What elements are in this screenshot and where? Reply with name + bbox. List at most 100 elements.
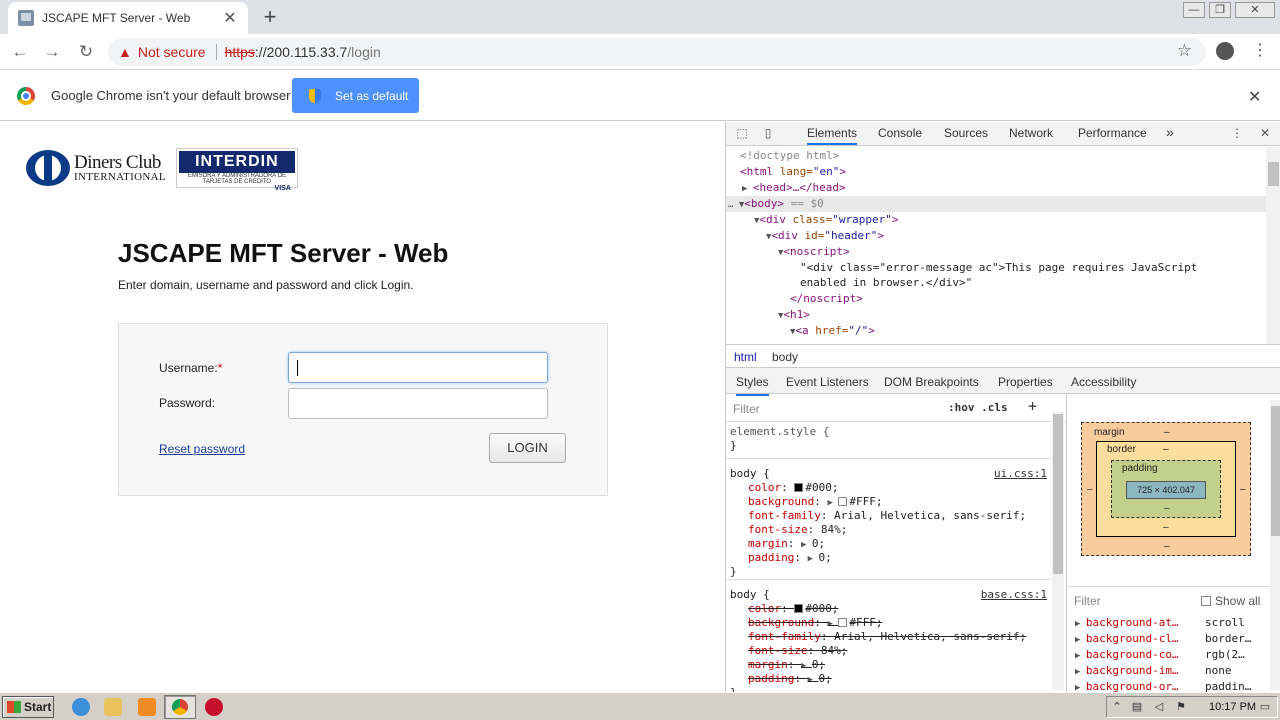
opera-icon[interactable] <box>205 698 223 716</box>
login-button[interactable]: LOGIN <box>489 433 566 463</box>
browser-menu-icon[interactable]: ⋮ <box>1252 40 1268 60</box>
box-model-border[interactable]: border – – padding – 725 × 402.047 <box>1096 441 1236 537</box>
element-style-selector[interactable]: element.style { <box>730 425 829 438</box>
dom-head[interactable]: ▶ <head>…</head> <box>742 181 846 194</box>
css-prop-overridden[interactable]: color: #000; <box>748 602 839 615</box>
network-icon[interactable]: ▤ <box>1131 701 1143 713</box>
computed-prop[interactable]: ▶ background-im… <box>1075 664 1179 677</box>
window-close-button[interactable]: ✕ <box>1235 2 1275 18</box>
tab-network[interactable]: Network <box>1009 126 1053 140</box>
address-bar[interactable]: ▲ Not secure https ://200.115.33.7 /logi… <box>108 38 1206 66</box>
new-tab-button[interactable]: + <box>258 4 282 30</box>
margin-left-value[interactable]: – <box>1087 484 1093 495</box>
interdin-logo[interactable]: INTERDIN EMISORA Y ADMINISTRADORA DE TAR… <box>175 148 298 192</box>
show-desktop-icon[interactable]: ▭ <box>1259 701 1271 713</box>
device-toolbar-icon[interactable]: ▯ <box>760 126 776 142</box>
styles-filter-input[interactable]: Filter <box>733 402 760 416</box>
tab-performance[interactable]: Performance <box>1078 126 1147 140</box>
dom-noscript-text-line2[interactable]: enabled in browser.</div>" <box>800 276 972 289</box>
breadcrumb-body[interactable]: body <box>772 350 798 364</box>
password-input[interactable] <box>288 388 548 419</box>
css-prop[interactable]: margin: ▶ 0; <box>748 537 825 550</box>
computed-scrollbar[interactable] <box>1270 400 1280 690</box>
show-hidden-icons-icon[interactable]: ⌃ <box>1111 701 1123 713</box>
dom-h1[interactable]: ▼<h1> <box>778 308 810 321</box>
border-bottom-value[interactable]: – <box>1163 522 1169 533</box>
rule-source-link[interactable]: base.css:1 <box>981 588 1047 601</box>
dom-noscript[interactable]: ▼<noscript> <box>778 245 850 258</box>
css-prop[interactable]: font-size: 84%; <box>748 523 847 536</box>
reset-password-link[interactable]: Reset password <box>159 442 245 456</box>
window-restore-button[interactable]: ❐ <box>1209 2 1231 18</box>
media-player-icon[interactable] <box>138 698 156 716</box>
username-input[interactable] <box>288 352 548 383</box>
start-button[interactable]: Start <box>2 696 54 718</box>
hov-cls-toggle[interactable]: :hov .cls <box>948 401 1008 414</box>
dom-scrollbar-thumb[interactable] <box>1268 162 1279 186</box>
more-tabs-icon[interactable]: » <box>1166 124 1174 140</box>
profile-avatar-icon[interactable] <box>1216 42 1234 60</box>
computed-filter-input[interactable]: Filter <box>1074 594 1101 608</box>
box-model-padding[interactable]: padding – 725 × 402.047 <box>1111 460 1221 518</box>
dom-div-wrapper[interactable]: ▼<div class="wrapper"> <box>754 213 899 226</box>
reload-icon[interactable]: ↻ <box>74 40 98 64</box>
show-all-checkbox[interactable]: Show all <box>1201 594 1260 608</box>
flag-icon[interactable]: ⚑ <box>1175 701 1187 713</box>
forward-icon[interactable]: → <box>40 40 64 64</box>
rule-source-link[interactable]: ui.css:1 <box>994 467 1047 480</box>
padding-bottom-value[interactable]: – <box>1164 503 1170 514</box>
css-prop-overridden[interactable]: font-family: Arial, Helvetica, sans-seri… <box>748 630 1026 643</box>
dom-div-header[interactable]: ▼<div id="header"> <box>766 229 884 242</box>
dom-a[interactable]: ▼<a href="/"> <box>790 324 875 337</box>
css-prop[interactable]: color: #000; <box>748 481 839 494</box>
computed-prop[interactable]: ▶ background-co… <box>1075 648 1179 661</box>
tab-accessibility[interactable]: Accessibility <box>1071 375 1136 389</box>
computed-prop[interactable]: ▶ background-cl… <box>1075 632 1179 645</box>
bookmark-star-icon[interactable]: ☆ <box>1177 41 1192 61</box>
devtools-close-icon[interactable]: ✕ <box>1257 126 1273 142</box>
window-minimize-button[interactable]: — <box>1183 2 1205 18</box>
volume-icon[interactable]: ◁ <box>1153 701 1165 713</box>
tab-console[interactable]: Console <box>878 126 922 140</box>
dom-doctype[interactable]: <!doctype html> <box>740 149 839 162</box>
back-icon[interactable]: ← <box>8 40 32 64</box>
rule-selector[interactable]: body { <box>730 588 770 601</box>
css-prop[interactable]: padding: ▶ 0; <box>748 551 832 564</box>
dom-noscript-close[interactable]: </noscript> <box>790 292 863 305</box>
css-prop[interactable]: background: ▶ #FFF; <box>748 495 882 508</box>
set-default-button[interactable]: Set as default <box>292 78 419 113</box>
not-secure-label[interactable]: Not secure <box>138 44 206 60</box>
tab-styles[interactable]: Styles <box>736 375 769 396</box>
dom-noscript-text-line1[interactable]: "<div class="error-message ac">This page… <box>800 261 1197 274</box>
border-top-value[interactable]: – <box>1163 444 1169 455</box>
css-prop-overridden[interactable]: margin: ▶ 0; <box>748 658 825 671</box>
dom-body[interactable]: … ▼<body> == $0 <box>728 197 824 210</box>
styles-scrollbar[interactable] <box>1052 412 1064 690</box>
box-model-margin[interactable]: margin – – – – border – – padding – 725 … <box>1081 422 1251 556</box>
box-model-content[interactable]: 725 × 402.047 <box>1126 481 1206 499</box>
computed-scrollbar-thumb[interactable] <box>1271 406 1280 536</box>
tab-properties[interactable]: Properties <box>998 375 1053 389</box>
tab-close-icon[interactable]: ✕ <box>222 8 238 28</box>
css-prop-overridden[interactable]: padding: ▶ 0; <box>748 672 832 685</box>
rule-selector[interactable]: body { <box>730 467 770 480</box>
clock[interactable]: 10:17 PM <box>1209 701 1256 713</box>
tab-dom-breakpoints[interactable]: DOM Breakpoints <box>884 375 979 389</box>
devtools-menu-icon[interactable]: ⋮ <box>1229 126 1245 142</box>
dom-scrollbar[interactable] <box>1266 147 1280 344</box>
internet-explorer-icon[interactable] <box>72 698 90 716</box>
computed-prop[interactable]: ▶ background-or… <box>1075 680 1179 692</box>
dom-html[interactable]: <html lang="en"> <box>740 165 846 178</box>
margin-bottom-value[interactable]: – <box>1164 541 1170 552</box>
browser-tab[interactable]: JSCAPE MFT Server - Web ✕ <box>8 2 248 34</box>
infobar-close-icon[interactable]: ✕ <box>1248 87 1261 107</box>
computed-prop[interactable]: ▶ background-at… <box>1075 616 1179 629</box>
margin-top-value[interactable]: – <box>1164 427 1170 438</box>
tab-elements[interactable]: Elements <box>807 126 858 145</box>
folder-icon[interactable] <box>104 698 122 716</box>
css-prop-overridden[interactable]: font-size: 84%; <box>748 644 847 657</box>
styles-scrollbar-thumb[interactable] <box>1053 414 1063 574</box>
css-prop-overridden[interactable]: background: ▶ #FFF; <box>748 616 882 629</box>
breadcrumb-html[interactable]: html <box>734 350 757 364</box>
css-prop[interactable]: font-family: Arial, Helvetica, sans-seri… <box>748 509 1026 522</box>
